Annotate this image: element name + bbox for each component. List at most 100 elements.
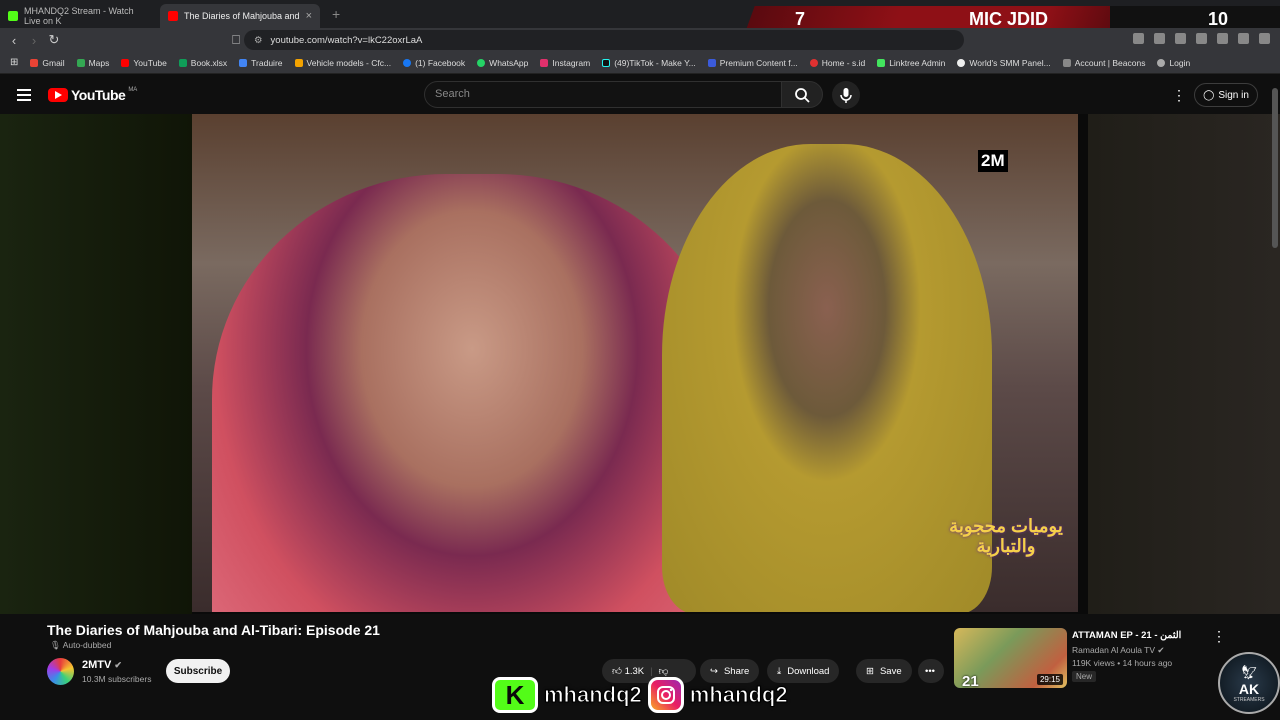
show-logo: يوميات محجوبة والتبارية	[949, 516, 1063, 556]
instagram-handle: mhandq2	[689, 682, 788, 708]
recommended-title[interactable]: ATTAMAN EP - 21 - الثمن	[1072, 630, 1181, 641]
reload-icon[interactable]: ↻	[44, 32, 64, 48]
kick-handle: mhandq2	[544, 682, 643, 708]
maps-icon	[76, 58, 85, 67]
youtube-header: YouTube MA Search ⋮ ◯ Sign in	[0, 74, 1280, 116]
extension-icon[interactable]	[1133, 33, 1144, 44]
bookmark-youtube[interactable]: YouTube	[121, 58, 167, 68]
vehicle-icon	[294, 58, 303, 67]
gmail-icon	[30, 58, 39, 67]
bookmark-facebook[interactable]: (1) Facebook	[403, 58, 465, 68]
sheets-icon	[178, 58, 187, 67]
save-button[interactable]: ⊞ Save	[856, 659, 912, 683]
translate-icon	[239, 58, 248, 67]
recommended-thumbnail[interactable]: 21 29:15	[954, 628, 1067, 688]
eagle-icon: 🦅︎	[1240, 663, 1258, 680]
video-title: The Diaries of Mahjouba and Al-Tibari: E…	[47, 622, 380, 638]
download-icon: ⤓	[777, 665, 782, 677]
extension-icon[interactable]	[1217, 33, 1228, 44]
menu-icon[interactable]	[1259, 33, 1270, 44]
login-icon	[1157, 58, 1166, 67]
hamburger-menu-icon[interactable]	[17, 89, 31, 104]
voice-search-button[interactable]	[832, 81, 860, 109]
youtube-icon	[121, 58, 130, 67]
extension-icon[interactable]	[1175, 33, 1186, 44]
bookmark-vehicle-models[interactable]: Vehicle models - Cfc...	[294, 58, 391, 68]
search-icon	[795, 88, 810, 103]
streamer-watermark: K mhandq2 mhandq2	[492, 676, 788, 714]
address-bar-row: ‹ › ↻ ⎕ ⚙ youtube.com/watch?v=lkC22oxrLa…	[0, 28, 1280, 52]
subscriber-count: 10.3M subscribers	[82, 674, 152, 684]
sign-in-button[interactable]: ◯ Sign in	[1194, 83, 1258, 107]
url-text: youtube.com/watch?v=lkC22oxrLaA	[270, 34, 423, 46]
subscribe-button[interactable]: Subscribe	[166, 659, 230, 683]
back-icon[interactable]: ‹	[4, 33, 24, 48]
new-tab-icon[interactable]: +	[332, 6, 340, 22]
extensions-toolbar	[1133, 33, 1270, 44]
search-input[interactable]: Search	[424, 81, 782, 108]
bookmark-home-sid[interactable]: Home - s.id	[809, 58, 865, 68]
youtube-play-icon	[48, 88, 68, 102]
page-scrollbar[interactable]	[1272, 88, 1278, 248]
ak-streamers-badge: 🦅︎ AK STREAMERS	[1218, 652, 1280, 714]
site-info-icon[interactable]: ⚙	[254, 35, 263, 46]
tab-mhandq2-stream[interactable]: MHANDQ2 Stream - Watch Live on K	[0, 4, 160, 28]
instagram-logo-icon	[647, 677, 684, 713]
share-icon: ↪	[710, 665, 718, 677]
sid-icon	[809, 58, 818, 67]
thumbnail-episode-number: 21	[962, 673, 979, 688]
bookmark-book[interactable]: Book.xlsx	[178, 58, 227, 68]
bookmark-maps[interactable]: Maps	[76, 58, 109, 68]
bookmarks-bar: ⊞ Gmail Maps YouTube Book.xlsx Traduire …	[0, 52, 1280, 74]
facebook-icon	[403, 58, 412, 67]
url-field[interactable]: ⚙ youtube.com/watch?v=lkC22oxrLaA	[244, 30, 964, 50]
new-badge: New	[1072, 671, 1097, 682]
extension-icon[interactable]	[1154, 33, 1165, 44]
account-icon: ◯	[1203, 89, 1215, 101]
video-frame-woman	[212, 174, 732, 612]
overlay-left-score: 7	[795, 9, 806, 29]
verified-icon: ✔	[114, 660, 122, 670]
more-actions-button[interactable]: •••	[918, 659, 944, 683]
recommended-channel[interactable]: Ramadan Al Aoula TV ✔	[1072, 645, 1165, 656]
bookmark-traduire[interactable]: Traduire	[239, 58, 283, 68]
youtube-logo[interactable]: YouTube MA	[48, 87, 137, 103]
bookmark-whatsapp[interactable]: WhatsApp	[477, 58, 528, 68]
youtube-favicon-icon	[168, 11, 178, 21]
tab-youtube-video[interactable]: The Diaries of Mahjouba and ×	[160, 4, 320, 28]
bookmark-linktree[interactable]: Linktree Admin	[877, 58, 945, 68]
microphone-icon	[840, 88, 852, 103]
bookmark-smm-panel[interactable]: World's SMM Panel...	[957, 58, 1051, 68]
bookmark-login[interactable]: Login	[1157, 58, 1190, 68]
instagram-icon	[540, 58, 549, 67]
extension-icon[interactable]	[1238, 33, 1249, 44]
bookmark-premium-content[interactable]: Premium Content f...	[707, 58, 798, 68]
save-icon: ⊞	[866, 665, 874, 677]
tab-label: The Diaries of Mahjouba and	[184, 11, 300, 21]
linktree-icon	[877, 58, 886, 67]
channel-name[interactable]: 2MTV ✔	[82, 659, 122, 671]
tiktok-icon	[602, 58, 611, 67]
kick-logo-icon: K	[492, 677, 538, 713]
video-player[interactable]: 2M يوميات محجوبة والتبارية	[192, 114, 1078, 612]
bookmark-beacons[interactable]: Account | Beacons	[1062, 58, 1145, 68]
close-tab-icon[interactable]: ×	[306, 10, 312, 22]
ellipsis-icon: •••	[925, 665, 935, 677]
forward-icon[interactable]: ›	[24, 33, 44, 48]
channel-avatar[interactable]	[47, 658, 74, 685]
bookmark-icon[interactable]: ⎕	[226, 32, 246, 48]
auto-dubbed-label: 🎙 Auto-dubbed	[50, 640, 112, 650]
tab-label: MHANDQ2 Stream - Watch Live on K	[24, 6, 134, 26]
recommended-meta: 119K views • 14 hours ago	[1072, 658, 1173, 668]
bookmark-gmail[interactable]: Gmail	[30, 58, 65, 68]
search-button[interactable]	[781, 81, 823, 108]
apps-grid-icon[interactable]: ⊞	[10, 57, 18, 68]
overlay-title: MIC JDID	[969, 9, 1049, 29]
bookmark-instagram[interactable]: Instagram	[540, 58, 590, 68]
smm-icon	[957, 58, 966, 67]
extension-icon[interactable]	[1196, 33, 1207, 44]
recommended-more-icon[interactable]: ⋮	[1212, 628, 1226, 645]
beacons-icon	[1062, 58, 1071, 67]
bookmark-tiktok[interactable]: (49)TikTok - Make Y...	[602, 58, 696, 68]
more-options-icon[interactable]: ⋮	[1172, 87, 1186, 104]
